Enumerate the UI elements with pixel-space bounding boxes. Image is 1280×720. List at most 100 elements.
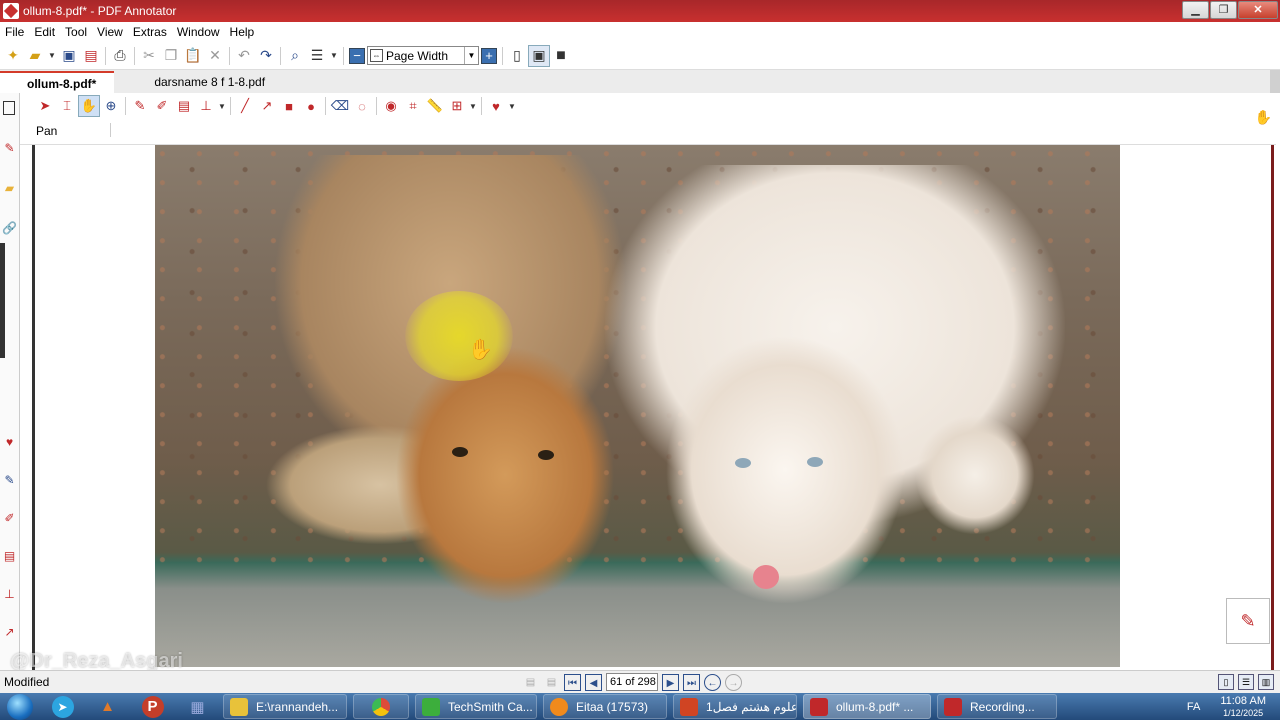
powerpoint-p-icon[interactable]: P — [130, 693, 175, 720]
marker-icon[interactable]: ✐ — [2, 511, 17, 526]
pen-icon[interactable]: ✎ — [129, 95, 151, 117]
pdf-annotator-app-icon[interactable] — [3, 3, 19, 19]
menu-help[interactable]: Help — [225, 25, 260, 39]
attachment-link-icon[interactable]: 🔗 — [2, 221, 17, 236]
start-button[interactable] — [0, 693, 40, 720]
floating-edit-pen-icon[interactable]: ✎ — [1226, 598, 1270, 644]
menu-extras[interactable]: Extras — [128, 25, 172, 39]
select-text-icon[interactable]: ⌶ — [56, 95, 78, 117]
delete-icon[interactable]: ✕ — [204, 45, 226, 67]
save-as-icon[interactable]: ▤ — [80, 45, 102, 67]
rectangle-tool-icon[interactable]: ■ — [278, 95, 300, 117]
camera-snapshot-icon[interactable]: ◉ — [380, 95, 402, 117]
close-button[interactable]: ✕ — [1238, 1, 1278, 19]
highlighter-icon[interactable]: ✎ — [2, 473, 17, 488]
history-forward-icon[interactable]: ▤ — [543, 674, 560, 691]
cut-icon[interactable]: ✂ — [138, 45, 160, 67]
menu-file[interactable]: File — [0, 25, 29, 39]
select-arrow-icon[interactable]: ➤ — [34, 95, 56, 117]
menu-edit[interactable]: Edit — [29, 25, 60, 39]
taskbar-item-recording[interactable]: Recording... — [937, 694, 1057, 719]
lasso-icon[interactable]: ◌ — [351, 95, 373, 117]
single-page-mode-icon[interactable]: ▯ — [1218, 674, 1234, 690]
eraser-icon[interactable]: ⌫ — [329, 95, 351, 117]
forward-view-icon[interactable]: → — [725, 673, 742, 691]
paste-icon[interactable]: 📋 — [182, 45, 204, 67]
history-back-icon[interactable]: ▤ — [522, 674, 539, 691]
copy-icon[interactable]: ❐ — [160, 45, 182, 67]
single-page-view-icon[interactable]: ▯ — [506, 45, 528, 67]
page-thumbnail-icon[interactable] — [3, 101, 15, 115]
menu-window[interactable]: Window — [172, 25, 225, 39]
taskbar-item-powerpoint[interactable]: علوم هشتم فصل1... — [673, 694, 797, 719]
stamp-icon[interactable]: ⊥ — [2, 587, 17, 602]
control-panel-icon[interactable]: ▦ — [175, 693, 220, 720]
menu-view[interactable]: View — [92, 25, 128, 39]
stamp-tool-icon[interactable]: ⊥ — [195, 95, 217, 117]
zoom-dropdown-chevron-icon[interactable]: ▼ — [464, 47, 478, 64]
ruler-icon[interactable]: 📏 — [424, 95, 446, 117]
line-tool-icon[interactable]: ╱ — [234, 95, 256, 117]
sidebar-panel-strip[interactable] — [0, 243, 5, 358]
toolbar-divider — [280, 46, 281, 65]
arrow-tool-icon[interactable]: ↗ — [2, 625, 17, 640]
zoom-out-button[interactable]: − — [349, 47, 365, 64]
ellipse-tool-icon[interactable]: ● — [300, 95, 322, 117]
open-folder-icon[interactable]: ▰ — [24, 45, 46, 67]
folder-icon[interactable]: ▰ — [2, 181, 17, 196]
two-page-mode-icon[interactable]: ▥ — [1258, 674, 1274, 690]
text-box-icon[interactable]: ▤ — [2, 549, 17, 564]
open-dropdown-chevron-icon[interactable]: ▼ — [46, 45, 58, 67]
layout-dropdown-chevron-icon[interactable]: ▼ — [328, 45, 340, 67]
taskbar-item-pdf-annotator[interactable]: ollum-8.pdf* ... — [803, 694, 931, 719]
document-view[interactable]: ✋ @Dr_Reza_Asgari ✎ — [10, 145, 1278, 672]
find-binoculars-icon[interactable]: ⌕ — [284, 45, 306, 67]
text-annotation-icon[interactable]: ▤ — [173, 95, 195, 117]
zoom-magnifier-icon[interactable]: ⊕ — [100, 95, 122, 117]
white-lioness-eye-left — [735, 458, 751, 468]
tab-darsname[interactable]: darsname 8 f 1-8.pdf — [114, 71, 283, 93]
favorites-dropdown-chevron-icon[interactable]: ▼ — [507, 95, 517, 117]
print-icon[interactable]: ⎙ — [109, 45, 131, 67]
page-number-input[interactable]: 61 of 298 — [606, 673, 658, 691]
insert-dropdown-chevron-icon[interactable]: ▼ — [468, 95, 478, 117]
redo-icon[interactable]: ↷ — [255, 45, 277, 67]
taskbar-item-techsmith[interactable]: TechSmith Ca... — [415, 694, 537, 719]
fit-page-view-icon[interactable]: ▣ — [528, 44, 550, 67]
taskbar-item-explorer[interactable]: E:\rannandeh... — [223, 694, 347, 719]
telegram-icon[interactable]: ➤ — [40, 693, 85, 720]
yellow-highlight-annotation[interactable] — [405, 291, 513, 381]
crop-icon[interactable]: ⌗ — [402, 95, 424, 117]
maximize-button[interactable]: ❐ — [1210, 1, 1237, 19]
last-page-icon[interactable]: ⏭ — [683, 673, 700, 691]
taskbar-item-chrome[interactable] — [353, 694, 409, 719]
insert-image-icon[interactable]: ⊞ — [446, 95, 468, 117]
favorite-heart-icon[interactable]: ♥ — [2, 435, 17, 450]
taskbar-item-eitaa[interactable]: Eitaa (17573) — [543, 694, 667, 719]
save-icon[interactable]: ▣ — [58, 45, 80, 67]
stamp-dropdown-chevron-icon[interactable]: ▼ — [217, 95, 227, 117]
next-page-icon[interactable]: ▶ — [662, 673, 679, 691]
fullscreen-view-icon[interactable]: ■ — [550, 45, 572, 67]
minimize-button[interactable]: ▁ — [1182, 1, 1209, 19]
highlighter-pen-icon[interactable]: ✐ — [151, 95, 173, 117]
annot-divider — [481, 97, 482, 115]
clock[interactable]: 11:08 AM 1/12/2025 — [1220, 695, 1266, 719]
zoom-in-button[interactable]: + — [481, 47, 497, 64]
pen-annotation-icon[interactable]: ✎ — [2, 141, 17, 156]
first-page-icon[interactable]: ⏮ — [564, 673, 581, 691]
arrow-line-icon[interactable]: ↗ — [256, 95, 278, 117]
continuous-mode-icon[interactable]: ☰ — [1238, 674, 1254, 690]
page-layout-icon[interactable]: ☰ — [306, 45, 328, 67]
tab-ollum-8[interactable]: ollum-8.pdf* — [0, 71, 115, 93]
new-document-icon[interactable]: ✦ — [2, 45, 24, 67]
back-view-icon[interactable]: ← — [704, 673, 721, 691]
menu-tool[interactable]: Tool — [60, 25, 92, 39]
language-indicator[interactable]: FA — [1187, 701, 1200, 713]
pan-hand-icon[interactable]: ✋ — [78, 95, 100, 117]
previous-page-icon[interactable]: ◀ — [585, 673, 602, 691]
zoom-select[interactable]: ⇔ Page Width ▼ — [367, 46, 479, 65]
undo-icon[interactable]: ↶ — [233, 45, 255, 67]
matlab-icon[interactable]: ▲ — [85, 693, 130, 720]
favorites-heart-icon[interactable]: ♥ — [485, 95, 507, 117]
